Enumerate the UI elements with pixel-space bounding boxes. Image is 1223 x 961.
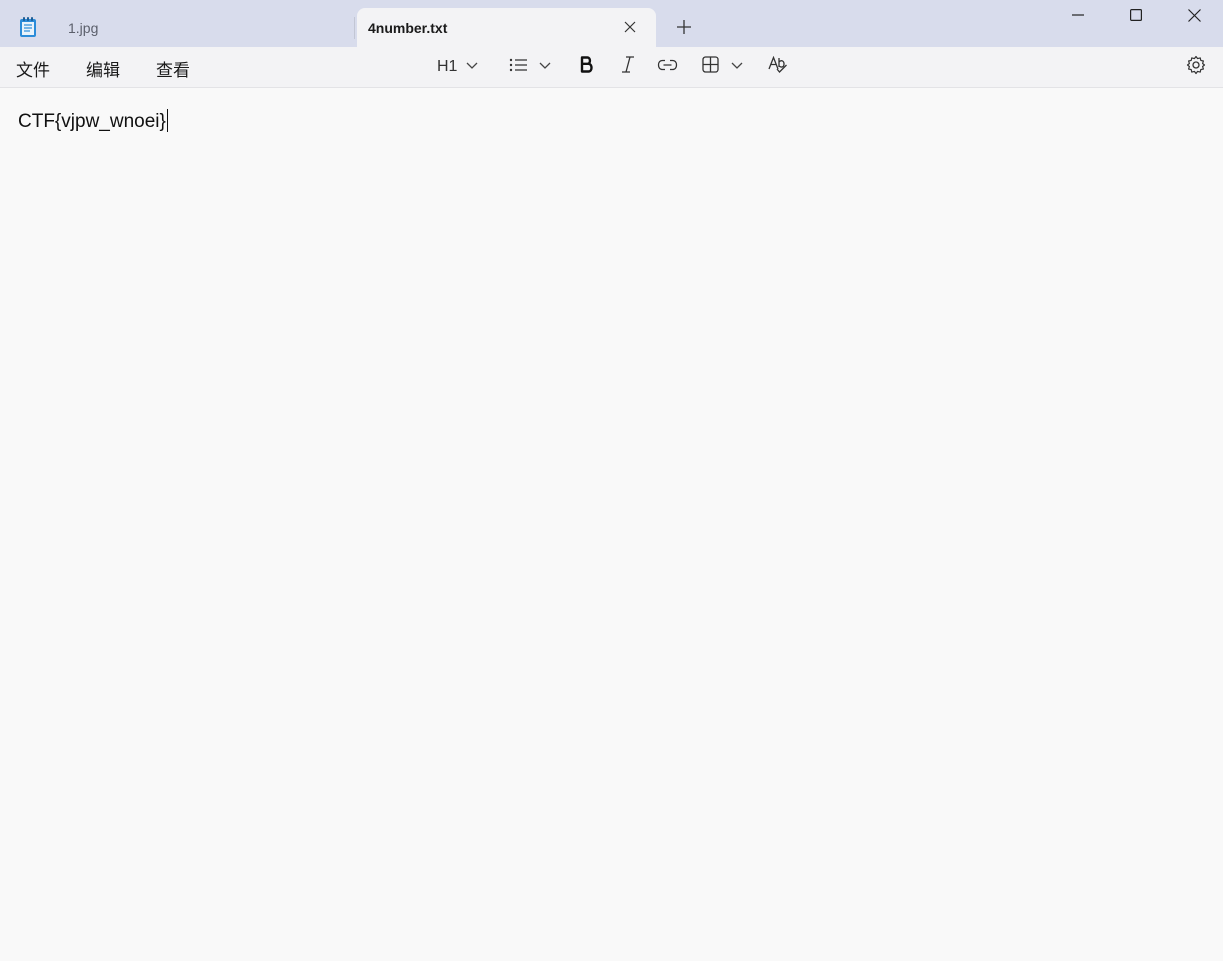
new-tab-button[interactable]	[672, 15, 696, 39]
menu-file[interactable]: 文件	[16, 56, 50, 81]
link-icon	[657, 58, 678, 76]
title-bar: 1.jpg 4number.txt	[0, 0, 1223, 47]
editor-content-line[interactable]: CTF{vjpw_wnoei}	[18, 109, 168, 133]
link-button[interactable]	[656, 55, 678, 79]
settings-icon	[1186, 55, 1206, 80]
menu-view[interactable]: 查看	[156, 56, 190, 81]
bold-icon	[580, 56, 594, 78]
text-caret	[166, 109, 168, 132]
chevron-down-icon	[466, 58, 478, 76]
chevron-down-icon	[731, 58, 743, 76]
table-dropdown[interactable]	[702, 55, 743, 79]
settings-button[interactable]	[1185, 55, 1207, 79]
spellcheck-icon	[768, 55, 788, 79]
minimize-icon[interactable]	[1049, 0, 1107, 30]
close-icon[interactable]	[1165, 0, 1223, 30]
menu-bar: 文件 编辑 查看 H1	[0, 47, 1223, 88]
text-editor[interactable]: CTF{vjpw_wnoei}	[0, 88, 1223, 961]
maximize-icon[interactable]	[1107, 0, 1165, 30]
table-icon	[702, 56, 719, 78]
tab-1-jpg[interactable]: 1.jpg	[50, 8, 354, 47]
tab-4number-txt[interactable]: 4number.txt	[357, 8, 656, 47]
list-icon	[509, 57, 528, 78]
italic-icon	[621, 56, 635, 78]
heading-label: H1	[437, 58, 458, 75]
tab-label: 4number.txt	[368, 19, 448, 36]
italic-button[interactable]	[619, 55, 637, 79]
spellcheck-button[interactable]	[767, 55, 789, 79]
notepad-icon	[17, 16, 39, 38]
list-dropdown[interactable]	[509, 55, 551, 79]
close-tab-icon[interactable]	[622, 19, 638, 35]
tab-label: 1.jpg	[68, 19, 99, 36]
menu-edit[interactable]: 编辑	[86, 56, 120, 81]
editor-text: CTF{vjpw_wnoei}	[18, 111, 166, 132]
heading-dropdown[interactable]: H1	[437, 55, 478, 79]
bold-button[interactable]	[578, 55, 596, 79]
tab-separator	[354, 17, 355, 39]
chevron-down-icon	[539, 58, 551, 76]
